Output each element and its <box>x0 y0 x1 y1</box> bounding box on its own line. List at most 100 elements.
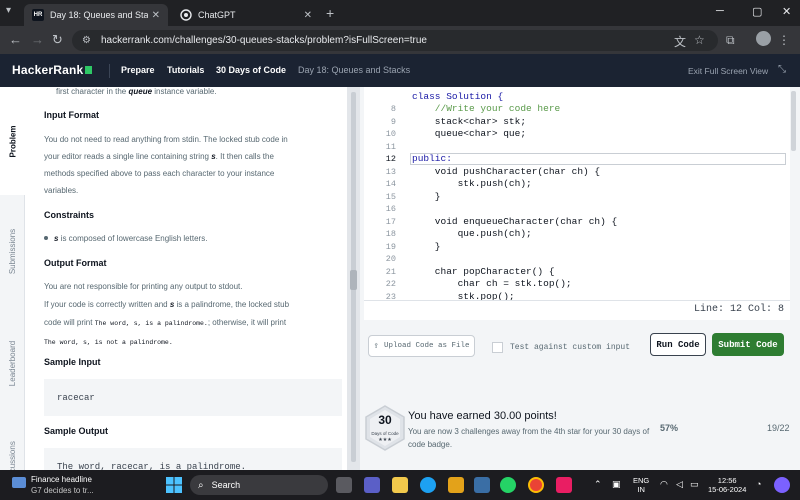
news-title[interactable]: Finance headline <box>31 475 92 484</box>
tab-close-icon[interactable]: ✕ <box>152 10 160 21</box>
folder-icon[interactable] <box>448 477 464 493</box>
code-line: stk.push(ch); <box>412 178 532 189</box>
copilot-icon[interactable] <box>774 477 790 493</box>
tab-title: Day 18: Queues and Stacks | Ha <box>50 10 148 20</box>
sample-output-box: The word, racecar, is a palindrome. <box>44 448 342 470</box>
windows-start-icon[interactable] <box>166 477 182 493</box>
line-number: 7 <box>364 87 396 89</box>
custom-input-label[interactable]: Test against custom input <box>510 343 630 352</box>
teams-icon[interactable] <box>364 477 380 493</box>
sample-input-box: racecar <box>44 379 342 416</box>
tray-app-icon[interactable]: ▣ <box>612 479 621 490</box>
site-info-icon[interactable]: ⚙ <box>82 35 91 46</box>
forward-arrow-icon[interactable]: → <box>31 32 44 47</box>
url-bar[interactable]: ⚙ hackerrank.com/challenges/30-queues-st… <box>72 30 718 51</box>
wifi-icon[interactable]: ◠ <box>660 479 668 490</box>
edge-icon[interactable] <box>420 477 436 493</box>
line-number: 8 <box>390 104 396 114</box>
badge-label: Days of Code <box>371 431 399 436</box>
tab-problem[interactable]: Problem <box>0 87 25 195</box>
news-widget-icon[interactable] <box>12 477 26 488</box>
new-tab-button[interactable]: + <box>326 5 334 21</box>
reload-icon[interactable]: ↻ <box>52 32 63 48</box>
app-icon[interactable] <box>474 477 490 493</box>
editor-scrollbar[interactable] <box>790 87 797 300</box>
code-editor[interactable]: 7 8 9 10 11 12 13 14 15 16 17 18 19 20 2… <box>364 87 790 300</box>
tab-submissions[interactable]: Submissions <box>0 205 25 297</box>
nav-current-challenge: Day 18: Queues and Stacks <box>298 65 411 75</box>
constraints-heading: Constraints <box>44 210 95 220</box>
problem-text: first character in the queue instance va… <box>56 87 217 96</box>
line-number: 17 <box>385 217 396 227</box>
maximize-icon[interactable]: ▢ <box>752 5 762 18</box>
close-window-icon[interactable]: ✕ <box>782 5 791 18</box>
app-icon[interactable] <box>556 477 572 493</box>
profile-avatar[interactable] <box>756 31 771 46</box>
divider <box>109 64 110 78</box>
code-line: public: <box>412 153 452 164</box>
problem-panel: first character in the queue instance va… <box>25 87 347 470</box>
upload-icon: ⇪ <box>373 341 379 351</box>
points-earned: You have earned 30.00 points! <box>408 410 557 422</box>
battery-icon[interactable]: ▭ <box>690 479 699 490</box>
browser-menu-icon[interactable]: ⋮ <box>778 33 790 47</box>
news-subtitle[interactable]: G7 decides to tr... <box>31 486 94 495</box>
chatgpt-icon <box>180 9 192 21</box>
task-view-icon[interactable] <box>336 477 352 493</box>
tray-chevron-icon[interactable]: ⌃ <box>594 479 602 490</box>
side-tabs: Problem Submissions Leaderboard Discussi… <box>0 87 25 483</box>
line-number: 18 <box>385 229 396 239</box>
tab-chatgpt[interactable]: ChatGPT ✕ <box>172 4 320 26</box>
input-format-heading: Input Format <box>44 110 99 120</box>
exit-fullscreen-icon[interactable]: ⤡ <box>778 64 786 75</box>
code-line: } <box>412 191 441 202</box>
run-code-button[interactable]: Run Code <box>650 333 706 356</box>
line-number: 10 <box>385 129 396 139</box>
splitter-handle[interactable] <box>350 270 357 290</box>
nav-tutorials[interactable]: Tutorials <box>167 65 204 75</box>
taskbar-search[interactable]: ⌕ Search <box>190 475 328 495</box>
exit-fullscreen-link[interactable]: Exit Full Screen View <box>688 66 768 76</box>
whatsapp-icon[interactable] <box>500 477 516 493</box>
line-number: 22 <box>385 279 396 289</box>
tab-search-icon[interactable]: ▾ <box>6 5 11 16</box>
code-line: que.push(ch); <box>412 228 532 239</box>
badge-stars: ★★★ <box>378 437 392 443</box>
clock[interactable]: 12:56 15-06-2024 <box>708 476 746 494</box>
minimize-icon[interactable]: ─ <box>716 5 724 17</box>
upload-code-button[interactable]: ⇪ Upload Code as File <box>368 335 475 357</box>
code-line: void pushCharacter(char ch) { <box>412 166 601 177</box>
screen: ▾ HR Day 18: Queues and Stacks | Ha ✕ Ch… <box>0 0 800 500</box>
panel-splitter[interactable] <box>347 87 360 470</box>
line-number: 16 <box>385 204 396 214</box>
constraint-item: s is composed of lowercase English lette… <box>44 230 326 247</box>
nav-30-days-of-code[interactable]: 30 Days of Code <box>216 65 286 75</box>
output-format-heading: Output Format <box>44 258 107 268</box>
line-number: 12 <box>385 154 396 164</box>
extensions-icon[interactable]: ⧉ <box>726 33 735 48</box>
notification-bell-icon[interactable]: ◔ <box>756 479 761 489</box>
bookmark-star-icon[interactable]: ☆ <box>694 33 705 47</box>
file-explorer-icon[interactable] <box>392 477 408 493</box>
language-indicator[interactable]: ENG IN <box>633 476 649 494</box>
code-line: stack<char> stk; <box>412 116 527 127</box>
address-bar-row: ← → ↻ ⚙ hackerrank.com/challenges/30-que… <box>0 26 800 54</box>
line-number: 20 <box>385 254 396 264</box>
tab-leaderboard[interactable]: Leaderboard <box>0 317 25 409</box>
hackerrank-logo[interactable]: HackerRank <box>12 63 93 77</box>
volume-icon[interactable]: ◁ <box>676 479 683 490</box>
nav-prepare[interactable]: Prepare <box>121 65 155 75</box>
line-number: 9 <box>390 117 396 127</box>
windows-taskbar: Finance headline G7 decides to tr... ⌕ S… <box>0 470 800 500</box>
line-number: 13 <box>385 167 396 177</box>
line-number: 15 <box>385 192 396 202</box>
tab-close-icon[interactable]: ✕ <box>304 10 312 21</box>
translate-icon[interactable]: 文 <box>674 33 686 50</box>
chrome-icon[interactable] <box>528 477 544 493</box>
badge-number: 30 <box>378 413 392 427</box>
custom-input-checkbox[interactable] <box>492 342 503 353</box>
browser-tab-bar: ▾ HR Day 18: Queues and Stacks | Ha ✕ Ch… <box>0 0 800 26</box>
back-arrow-icon[interactable]: ← <box>9 32 22 47</box>
tab-hackerrank[interactable]: HR Day 18: Queues and Stacks | Ha ✕ <box>24 4 168 26</box>
submit-code-button[interactable]: Submit Code <box>712 333 784 356</box>
